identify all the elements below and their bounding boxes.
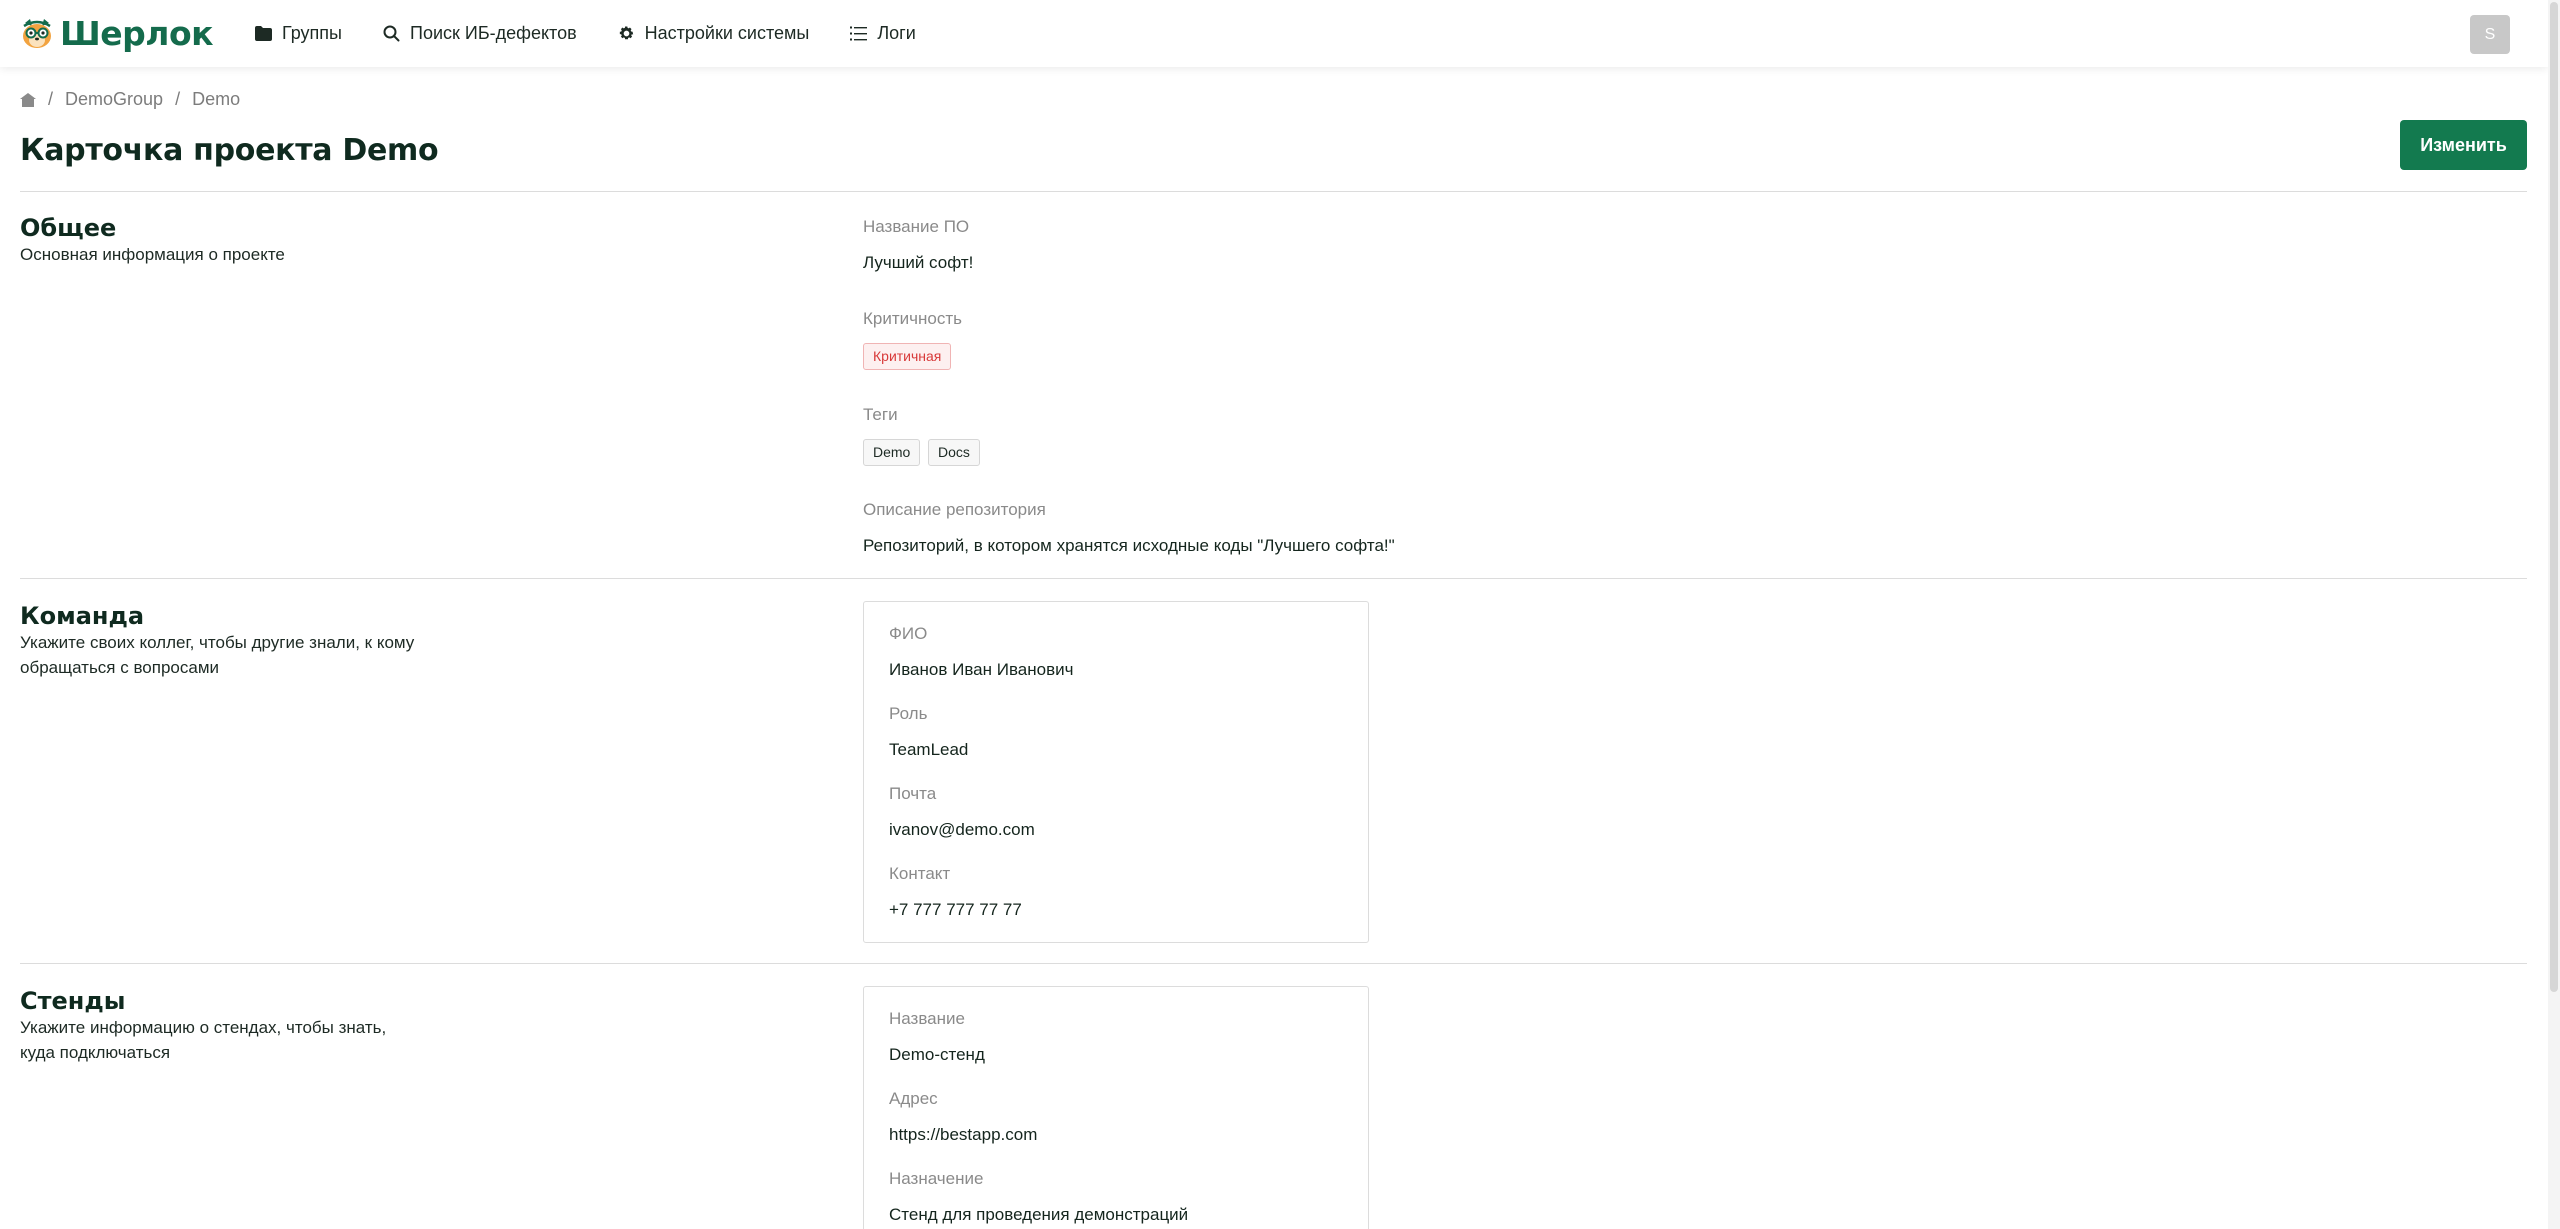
email-label: Почта: [889, 784, 937, 803]
nav-groups[interactable]: Группы: [255, 23, 342, 44]
sherlock-logo-icon: [23, 18, 51, 48]
divider: [20, 963, 2527, 964]
stands-section-title: Стенды: [20, 987, 126, 1015]
stands-section-description: Укажите информацию о стендах, чтобы знат…: [20, 1018, 387, 1062]
nav-settings-label: Настройки системы: [644, 23, 810, 43]
repo-description-value: Репозиторий, в котором хранятся исходные…: [863, 536, 1395, 555]
contact-value: +7 777 777 77 77: [889, 900, 1022, 919]
nav-settings[interactable]: Настройки системы: [618, 23, 810, 44]
user-avatar[interactable]: S: [2470, 15, 2510, 54]
stand-purpose-label: Назначение: [889, 1169, 984, 1188]
team-section-description: Укажите своих коллег, чтобы другие знали…: [20, 633, 415, 677]
fio-value: Иванов Иван Иванович: [889, 660, 1074, 679]
tag: Demo: [863, 439, 921, 466]
contact-label: Контакт: [889, 864, 951, 883]
software-name-value: Лучший софт!: [863, 253, 974, 272]
edit-button[interactable]: Изменить: [2400, 120, 2527, 170]
nav-groups-label: Группы: [282, 23, 342, 43]
general-section-description: Основная информация о проекте: [20, 245, 285, 264]
breadcrumb: / DemoGroup / Demo: [20, 89, 240, 110]
nav-logs[interactable]: Логи: [850, 23, 916, 44]
breadcrumb-separator: /: [48, 89, 54, 109]
software-name-label: Название ПО: [863, 217, 970, 236]
fio-label: ФИО: [889, 624, 928, 643]
role-label: Роль: [889, 704, 928, 723]
repo-description-label: Описание репозитория: [863, 500, 1046, 519]
stand-purpose-value: Стенд для проведения демонстраций: [889, 1205, 1189, 1224]
team-member-card: ФИО Иванов Иван Иванович Роль TeamLead П…: [863, 601, 1369, 943]
criticality-label: Критичность: [863, 309, 962, 328]
breadcrumb-separator: /: [175, 89, 181, 109]
breadcrumb-project[interactable]: Demo: [192, 89, 240, 110]
page-scrollbar[interactable]: [2548, 0, 2560, 1229]
team-section-title: Команда: [20, 602, 145, 630]
divider: [20, 191, 2527, 192]
home-icon[interactable]: [20, 92, 36, 107]
page-title: Карточка проекта Demo: [20, 133, 439, 168]
nav-search[interactable]: Поиск ИБ-дефектов: [383, 23, 577, 44]
divider: [20, 578, 2527, 579]
criticality-badge: Критичная: [863, 343, 952, 370]
search-icon: [383, 25, 400, 42]
email-value: ivanov@demo.com: [889, 820, 1035, 839]
breadcrumb-group[interactable]: DemoGroup: [65, 89, 163, 110]
tags-label: Теги: [863, 405, 898, 424]
list-icon: [850, 26, 868, 41]
logo[interactable]: Шерлок: [20, 14, 214, 53]
general-section-title: Общее: [20, 214, 117, 242]
scrollbar-thumb[interactable]: [2550, 2, 2558, 992]
stand-address-label: Адрес: [889, 1089, 938, 1108]
gear-icon: [619, 26, 633, 40]
stand-name-value: Demo-стенд: [889, 1045, 985, 1064]
stand-name-label: Название: [889, 1009, 965, 1028]
folder-icon: [255, 26, 273, 41]
role-value: TeamLead: [889, 740, 969, 759]
brand-name: Шерлок: [60, 14, 214, 53]
top-navbar: Шерлок Группы Поиск ИБ-дефектов Настройк…: [0, 0, 2548, 67]
nav-search-label: Поиск ИБ-дефектов: [410, 23, 577, 43]
tag: Docs: [928, 439, 980, 466]
stand-card: Название Demo-стенд Адрес https://bestap…: [863, 986, 1369, 1229]
stand-address-value: https://bestapp.com: [889, 1125, 1038, 1144]
nav-logs-label: Логи: [877, 23, 916, 43]
